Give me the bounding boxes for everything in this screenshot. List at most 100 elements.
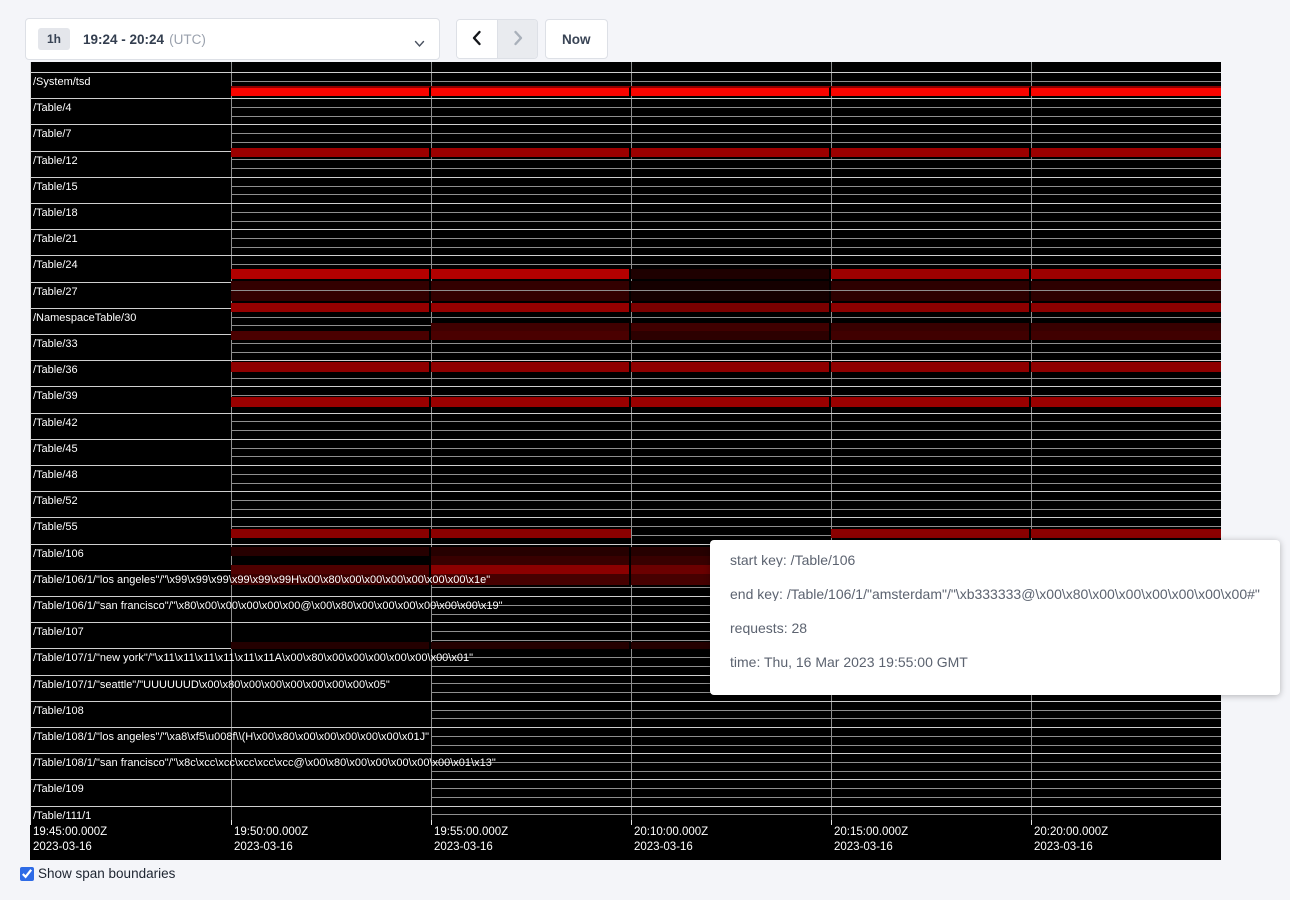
heat-bar-segment[interactable] (1031, 291, 1221, 301)
key-visualizer-heatmap[interactable]: /System/tsd/Table/4/Table/7/Table/12/Tab… (30, 62, 1221, 860)
heat-bar-segment[interactable] (631, 331, 831, 340)
time-range-select[interactable]: 1h 19:24 - 20:24 (UTC) (25, 18, 440, 60)
span-boundary-line (30, 72, 1221, 73)
heat-bar-segment[interactable] (231, 529, 431, 538)
heat-bar-segment[interactable] (431, 323, 631, 331)
heat-bar-segment[interactable] (431, 565, 631, 574)
heat-bar-segment[interactable] (431, 397, 631, 407)
heat-bar-segment[interactable] (631, 269, 831, 279)
span-boundary-subline (231, 81, 1221, 82)
next-range-button[interactable] (497, 20, 537, 58)
row-label: /Table/36 (33, 364, 78, 376)
grid-line-v (831, 62, 832, 820)
heat-bar-segment[interactable] (1031, 362, 1221, 372)
heat-bar-segment[interactable] (231, 86, 431, 96)
row-label: /System/tsd (33, 76, 90, 88)
heat-bar-segment[interactable] (631, 86, 831, 96)
row-label: /Table/12 (33, 155, 78, 167)
span-boundary-subline (231, 378, 1221, 379)
row-label: /Table/107/1/"new york"/"\x11\x11\x11\x1… (33, 652, 473, 664)
heat-bar-segment[interactable] (431, 303, 631, 312)
span-boundary-subline (231, 395, 1221, 396)
chevron-right-icon (511, 30, 525, 49)
heat-bar-segment[interactable] (431, 86, 631, 96)
heat-bar-segment[interactable] (231, 362, 431, 372)
heat-bar-segment[interactable] (1031, 269, 1221, 279)
heat-bar-segment[interactable] (631, 148, 831, 157)
heat-bar-segment[interactable] (831, 281, 1031, 290)
span-boundary-line (30, 753, 1221, 754)
heat-bar-segment[interactable] (231, 281, 431, 290)
heat-bar-segment[interactable] (231, 269, 431, 279)
row-label: /Table/111/1 (33, 810, 91, 822)
heat-bar-segment[interactable] (431, 556, 631, 565)
span-tooltip: start key: /Table/106 end key: /Table/10… (710, 540, 1280, 695)
heat-bar-segment[interactable] (431, 269, 631, 279)
span-boundary-subline (231, 194, 1221, 195)
heat-bar-segment[interactable] (231, 291, 431, 301)
grid-line-v (231, 62, 232, 820)
heat-bar-segment[interactable] (631, 397, 831, 407)
x-axis-tick (831, 820, 832, 825)
span-boundary-subline (231, 264, 1221, 265)
heat-bar-segment[interactable] (1031, 323, 1221, 331)
heat-bar-segment[interactable] (831, 148, 1031, 157)
heat-bar-segment[interactable] (631, 291, 831, 301)
heat-bar-segment[interactable] (831, 529, 1031, 538)
heat-bar-segment[interactable] (831, 86, 1031, 96)
heat-bar-segment[interactable] (1031, 331, 1221, 340)
span-boundary-line (30, 491, 1221, 492)
heat-bar-segment[interactable] (231, 565, 431, 574)
heat-bar-segment[interactable] (831, 323, 1031, 331)
heat-bar-segment[interactable] (231, 331, 431, 340)
heat-bar-segment[interactable] (231, 148, 431, 157)
span-boundary-subline (231, 448, 1221, 449)
heat-bar-segment[interactable] (431, 529, 631, 538)
heat-bar-segment[interactable] (631, 362, 831, 372)
heat-bar-segment[interactable] (831, 303, 1031, 312)
span-boundary-subline (231, 107, 1221, 108)
x-axis-tick (431, 820, 432, 825)
x-axis-label: 19:50:00.000Z2023-03-16 (234, 825, 308, 855)
heat-bar-segment[interactable] (431, 281, 631, 290)
span-boundary-line (30, 177, 1221, 178)
heat-bar-segment[interactable] (1031, 281, 1221, 290)
range-duration-badge: 1h (38, 28, 70, 50)
prev-range-button[interactable] (457, 20, 497, 58)
heat-bar-segment[interactable] (1031, 303, 1221, 312)
heat-bar-segment[interactable] (231, 547, 431, 556)
span-boundary-subline (431, 718, 1221, 719)
row-label: /Table/107/1/"seattle"/"UUUUUUD\x00\x80\… (33, 679, 390, 691)
heat-bar-segment[interactable] (231, 303, 431, 312)
heat-bar-segment[interactable] (231, 642, 431, 649)
heat-bar-segment[interactable] (831, 269, 1031, 279)
show-span-boundaries-checkbox[interactable] (20, 867, 34, 881)
heat-bar-segment[interactable] (431, 362, 631, 372)
heat-bar-segment[interactable] (431, 547, 631, 556)
heat-bar-segment[interactable] (431, 148, 631, 157)
heat-bar-segment[interactable] (431, 642, 631, 649)
heat-bar-segment[interactable] (1031, 86, 1221, 96)
heat-bar-segment[interactable] (1031, 148, 1221, 157)
heat-bar-segment[interactable] (831, 291, 1031, 301)
span-boundary-line (30, 806, 1221, 807)
heat-bar-segment[interactable] (1031, 397, 1221, 407)
span-boundary-subline (431, 797, 1221, 798)
heat-bar-segment[interactable] (431, 331, 631, 340)
heat-bar-segment[interactable] (831, 397, 1031, 407)
heat-bar-segment[interactable] (1031, 529, 1221, 538)
heat-bar-segment[interactable] (831, 362, 1031, 372)
span-boundary-subline (231, 168, 1221, 169)
heat-bar-segment[interactable] (631, 323, 831, 331)
span-boundary-line (30, 517, 1221, 518)
heat-bar-segment[interactable] (431, 291, 631, 301)
heat-bar-segment[interactable] (631, 303, 831, 312)
x-axis-label: 20:20:00.000Z2023-03-16 (1034, 825, 1108, 855)
heat-bar-segment[interactable] (831, 331, 1031, 340)
now-button[interactable]: Now (545, 19, 608, 59)
span-boundary-subline (431, 745, 1221, 746)
heat-bar-segment[interactable] (631, 281, 831, 290)
span-boundary-line (30, 229, 1221, 230)
heat-bar-segment[interactable] (231, 397, 431, 407)
chevron-down-icon (414, 35, 425, 53)
